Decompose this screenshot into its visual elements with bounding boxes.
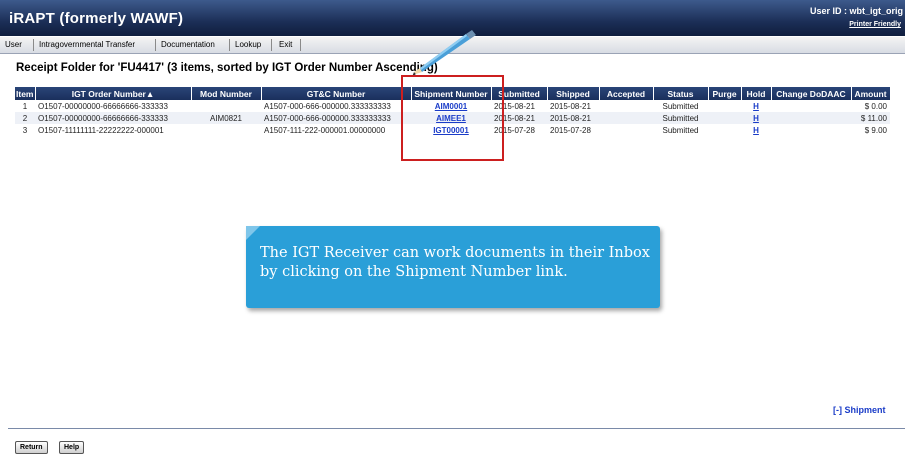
divider	[8, 428, 905, 429]
col-header-amount[interactable]: Amount	[851, 87, 891, 100]
shipment-highlight-box	[401, 75, 504, 161]
cell-igt-order-number: O1507-00000000-66666666-333333	[35, 100, 191, 112]
cell-change-dodaac	[771, 112, 851, 124]
tutorial-callout: The IGT Receiver can work documents in t…	[246, 226, 660, 308]
cell-change-dodaac	[771, 100, 851, 112]
col-header-purge[interactable]: Purge	[708, 87, 742, 100]
menu-separator	[33, 39, 34, 51]
cell-purge	[708, 112, 741, 124]
menu-documentation[interactable]: Documentation	[161, 40, 215, 49]
cell-amount: $ 9.00	[851, 124, 890, 136]
menu-lookup[interactable]: Lookup	[235, 40, 261, 49]
hold-link[interactable]: H	[753, 114, 759, 123]
cell-shipped: 2015-08-21	[547, 100, 599, 112]
col-header-status[interactable]: Status	[653, 87, 709, 100]
cell-purge	[708, 100, 741, 112]
cell-change-dodaac	[771, 124, 851, 136]
cell-gtc-number: A1507-000-666-000000.333333333	[261, 100, 411, 112]
cell-shipped: 2015-08-21	[547, 112, 599, 124]
callout-fold	[246, 226, 260, 240]
app-title: iRAPT (formerly WAWF)	[9, 10, 184, 27]
printer-friendly-link[interactable]: Printer Friendly	[849, 21, 901, 28]
shipment-toggle-link[interactable]: [-] Shipment	[833, 405, 886, 415]
menu-separator	[155, 39, 156, 51]
cell-igt-order-number: O1507-00000000-66666666-333333	[35, 112, 191, 124]
cell-item: 1	[15, 100, 35, 112]
menu-separator	[229, 39, 230, 51]
cell-hold: H	[741, 112, 771, 124]
menu-user[interactable]: User	[5, 40, 22, 49]
cell-gtc-number: A1507-111-222-000001.00000000	[261, 124, 411, 136]
col-header-gtc-number[interactable]: GT&C Number	[261, 87, 412, 100]
menu-separator	[300, 39, 301, 51]
cell-accepted	[599, 100, 653, 112]
cell-status: Submitted	[653, 100, 708, 112]
menu-exit[interactable]: Exit	[279, 40, 292, 49]
help-button[interactable]: Help	[59, 441, 85, 454]
return-button[interactable]: Return	[15, 441, 48, 454]
col-header-mod-number[interactable]: Mod Number	[191, 87, 262, 100]
cell-status: Submitted	[653, 112, 708, 124]
hold-link[interactable]: H	[753, 102, 759, 111]
pencil-icon	[412, 30, 476, 77]
cell-hold: H	[741, 124, 771, 136]
cell-purge	[708, 124, 741, 136]
cell-accepted	[599, 112, 653, 124]
col-header-igt-order-number[interactable]: IGT Order Number▲	[35, 87, 192, 100]
callout-text: The IGT Receiver can work documents in t…	[260, 245, 650, 280]
menu-separator	[271, 39, 272, 51]
cell-igt-order-number: O1507-11111111-22222222-000001	[35, 124, 191, 136]
user-id-label: User ID : wbt_igt_orig	[809, 6, 903, 16]
cell-accepted	[599, 124, 653, 136]
cell-amount: $ 11.00	[851, 112, 890, 124]
cell-hold: H	[741, 100, 771, 112]
cell-mod-number	[191, 100, 261, 112]
col-header-accepted[interactable]: Accepted	[599, 87, 654, 100]
col-header-item[interactable]: Item	[15, 87, 36, 100]
cell-status: Submitted	[653, 124, 708, 136]
cell-item: 2	[15, 112, 35, 124]
hold-link[interactable]: H	[753, 126, 759, 135]
cell-shipped: 2015-07-28	[547, 124, 599, 136]
cell-mod-number	[191, 124, 261, 136]
cell-gtc-number: A1507-000-666-000000.333333333	[261, 112, 411, 124]
col-header-hold[interactable]: Hold	[741, 87, 772, 100]
menu-intragovernmental-transfer[interactable]: Intragovernmental Transfer	[39, 40, 135, 49]
cell-item: 3	[15, 124, 35, 136]
col-header-change-dodaac[interactable]: Change DoDAAC	[771, 87, 852, 100]
col-header-shipped[interactable]: Shipped	[547, 87, 600, 100]
cell-mod-number: AIM0821	[191, 112, 261, 124]
cell-amount: $ 0.00	[851, 100, 890, 112]
page-title: Receipt Folder for 'FU4417' (3 items, so…	[16, 62, 438, 74]
